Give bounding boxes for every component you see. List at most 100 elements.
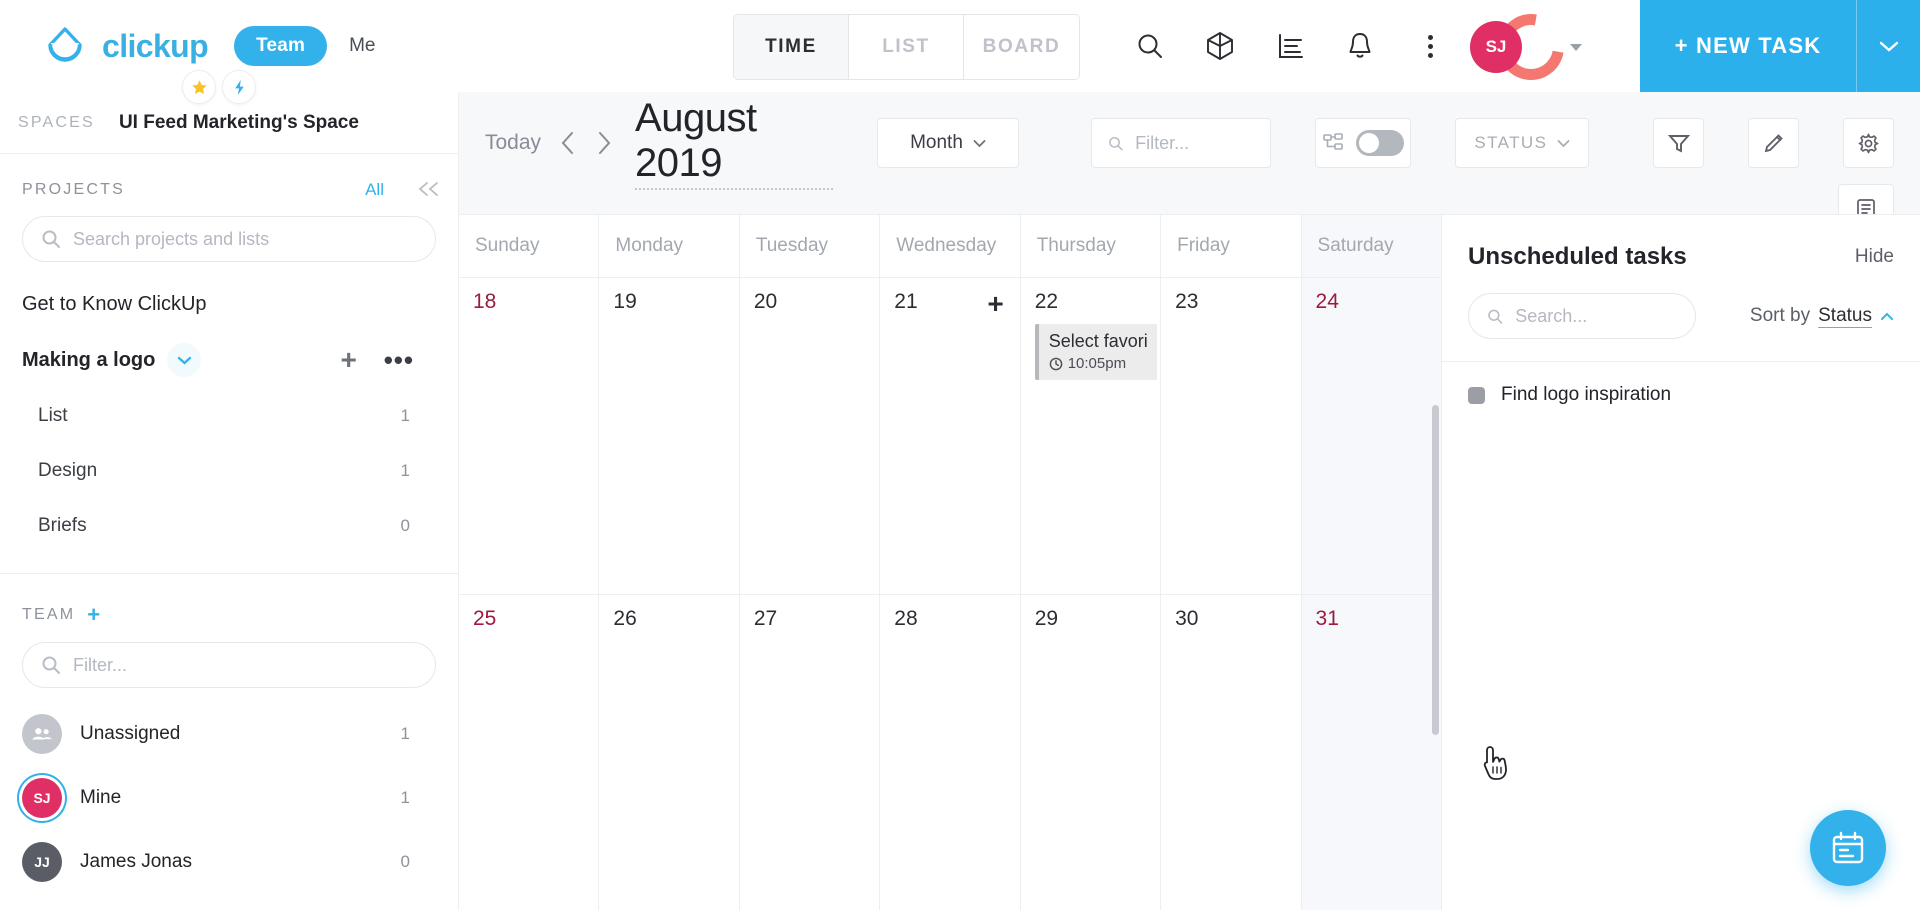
chevron-down-icon[interactable] <box>1570 44 1582 51</box>
space-name[interactable]: UI Feed Marketing's Space <box>119 112 359 134</box>
status-dropdown[interactable]: STATUS <box>1455 118 1590 168</box>
team-filter-input[interactable] <box>73 654 417 676</box>
calendar-nav: Today August 2019 Month Filter... STATUS <box>485 96 1895 190</box>
next-month-icon[interactable] <box>595 130 613 156</box>
sort-by-label: Sort by <box>1749 305 1811 326</box>
day-cell-31[interactable]: 31 <box>1301 594 1441 910</box>
team-filter-box[interactable] <box>22 642 436 688</box>
project-row-actions: + ••• <box>332 343 414 377</box>
list-item-list[interactable]: List 1 <box>0 388 458 443</box>
projects-all-link[interactable]: All <box>365 180 384 200</box>
project-search-input[interactable] <box>73 228 417 250</box>
prev-month-icon[interactable] <box>559 130 577 156</box>
scope-me-button[interactable]: Me <box>349 35 375 57</box>
status-badge[interactable] <box>1468 386 1485 404</box>
settings-button[interactable] <box>1843 118 1895 168</box>
avatar[interactable]: SJ <box>1470 21 1522 73</box>
project-item-making-a-logo[interactable]: Making a logo + ••• <box>0 332 458 388</box>
projects-label: PROJECTS <box>22 181 125 198</box>
team-member-name: Mine <box>80 787 122 808</box>
filter-button[interactable] <box>1653 118 1705 168</box>
add-team-member-icon[interactable]: + <box>87 602 100 628</box>
collapse-sidebar-icon[interactable] <box>416 180 442 203</box>
calendar-fab-button[interactable] <box>1810 810 1886 886</box>
list-item-briefs[interactable]: Briefs 0 <box>0 498 458 553</box>
chevron-up-icon[interactable] <box>1880 305 1894 327</box>
day-cell-21[interactable]: 21 + <box>880 278 1021 594</box>
day-cell-18[interactable]: 18 <box>459 278 600 594</box>
calendar-task-chip[interactable]: Select favori 10:05pm <box>1034 324 1157 380</box>
star-icon[interactable] <box>182 70 216 104</box>
lightning-icon[interactable] <box>222 70 256 104</box>
calendar-filter-box[interactable] <box>1090 118 1272 168</box>
team-item-unassigned[interactable]: Unassigned 1 <box>0 702 458 766</box>
dow-tuesday: Tuesday <box>740 215 881 277</box>
brand-logo[interactable]: clickup <box>0 23 209 69</box>
tab-board[interactable]: BOARD <box>964 15 1079 79</box>
today-button[interactable]: Today <box>485 131 541 155</box>
unscheduled-controls: Sort by Status <box>1442 271 1920 339</box>
team-item-mine[interactable]: SJ Mine 1 <box>0 766 458 830</box>
chevron-down-icon[interactable] <box>167 343 202 377</box>
calendar-weeks: 18 19 20 21 + 22 Select favori 10:05pm 2… <box>459 277 1441 910</box>
new-task-group: + NEW TASK <box>1640 0 1920 92</box>
search-icon[interactable] <box>1130 26 1170 66</box>
pencil-icon <box>1764 134 1783 153</box>
day-cell-19[interactable]: 19 <box>599 278 740 594</box>
project-label: Get to Know ClickUp <box>22 292 207 315</box>
project-item-get-to-know-clickup[interactable]: Get to Know ClickUp <box>0 276 458 332</box>
team-member-count: 1 <box>400 724 410 743</box>
day-cell-28[interactable]: 28 <box>880 594 1021 910</box>
new-task-button[interactable]: + NEW TASK <box>1640 0 1856 92</box>
day-cell-22[interactable]: 22 Select favori 10:05pm <box>1021 278 1162 594</box>
task-title: Select favori <box>1048 331 1147 351</box>
new-task-dropdown-icon[interactable] <box>1856 0 1920 92</box>
day-cell-30[interactable]: 30 <box>1161 594 1302 910</box>
calendar-filter-input[interactable] <box>1135 132 1255 154</box>
more-vertical-icon[interactable] <box>1410 26 1450 66</box>
reports-icon[interactable] <box>1270 26 1310 66</box>
subtask-toggle-control[interactable] <box>1315 118 1412 168</box>
edit-button[interactable] <box>1748 118 1800 168</box>
tab-list[interactable]: LIST <box>849 15 964 79</box>
calendar-toolbar: Today August 2019 Month Filter... STATUS <box>459 92 1920 234</box>
dow-wednesday: Wednesday <box>880 215 1021 277</box>
project-more-icon[interactable]: ••• <box>384 345 414 376</box>
view-mode-value: Month <box>910 132 963 153</box>
day-number: 30 <box>1175 606 1199 630</box>
calendar-scrollbar[interactable] <box>1432 405 1439 735</box>
projects-header: PROJECTS All <box>0 154 458 210</box>
unscheduled-task-item[interactable]: Find logo inspiration <box>1442 362 1920 428</box>
box-icon[interactable] <box>1200 26 1240 66</box>
list-item-design[interactable]: Design 1 <box>0 443 458 498</box>
space-badges <box>182 70 256 104</box>
list-count: 1 <box>400 460 410 480</box>
project-search-box[interactable] <box>22 216 436 262</box>
view-mode-dropdown[interactable]: Month <box>877 118 1019 168</box>
calendar-title[interactable]: August 2019 <box>635 96 834 190</box>
spaces-label: SPACES <box>18 113 95 131</box>
add-task-icon[interactable]: + <box>987 288 1003 320</box>
gear-icon <box>1858 133 1879 153</box>
sort-by-control[interactable]: Sort by Status <box>1750 305 1894 328</box>
hide-panel-button[interactable]: Hide <box>1855 246 1894 268</box>
day-cell-25[interactable]: 25 <box>459 594 600 910</box>
day-cell-26[interactable]: 26 <box>599 594 740 910</box>
bell-icon[interactable] <box>1340 26 1380 66</box>
day-cell-29[interactable]: 29 <box>1021 594 1162 910</box>
sort-by-value[interactable]: Status <box>1818 305 1872 328</box>
day-cell-23[interactable]: 23 <box>1161 278 1302 594</box>
user-avatar-menu[interactable]: SJ <box>1470 1 1582 93</box>
space-header[interactable]: SPACES UI Feed Marketing's Space <box>0 70 458 154</box>
subtask-toggle[interactable] <box>1356 130 1405 156</box>
tab-time[interactable]: TIME <box>734 15 849 79</box>
top-icon-group <box>1130 0 1450 92</box>
team-item-james-jonas[interactable]: JJ James Jonas 0 <box>0 830 458 894</box>
day-cell-27[interactable]: 27 <box>740 594 881 910</box>
day-cell-20[interactable]: 20 <box>740 278 881 594</box>
day-cell-24[interactable]: 24 <box>1301 278 1441 594</box>
scope-team-button[interactable]: Team <box>234 26 328 66</box>
add-list-icon[interactable]: + <box>332 343 366 377</box>
unscheduled-search-box[interactable] <box>1468 293 1696 339</box>
unscheduled-search-input[interactable] <box>1515 305 1677 327</box>
